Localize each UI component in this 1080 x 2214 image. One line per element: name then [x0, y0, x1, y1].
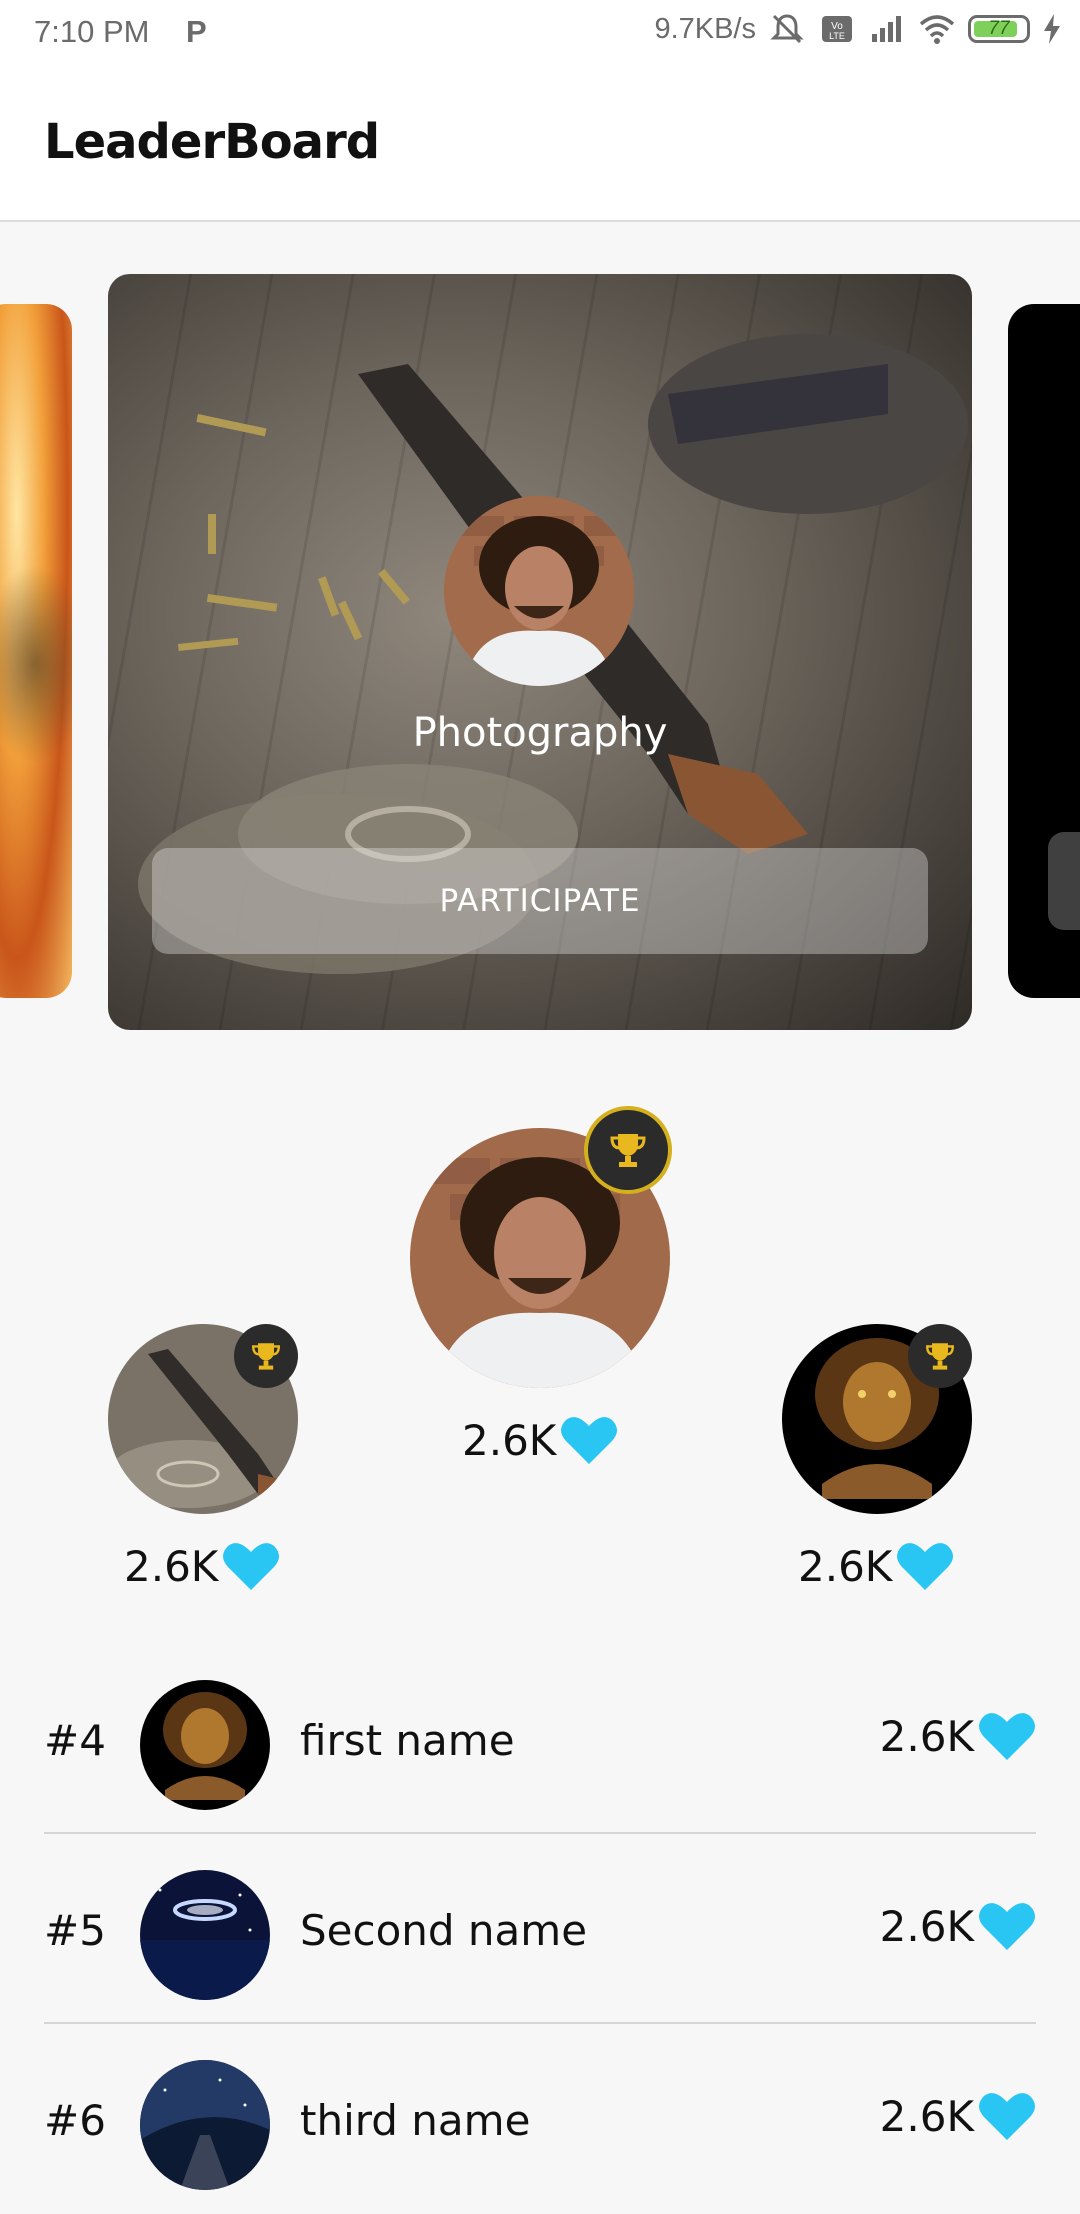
score: 2.6K [880, 1710, 1036, 1762]
heart-icon[interactable] [978, 1900, 1036, 1952]
podium-first-score: 2.6K [462, 1414, 618, 1466]
user-name: first name [300, 1716, 515, 1765]
score: 2.6K [880, 1900, 1036, 1952]
avatar [140, 2060, 270, 2190]
podium-first-score-value: 2.6K [462, 1415, 557, 1465]
score-value: 2.6K [879, 1901, 974, 1951]
status-bar: 7:10 PM P 9.7KB/s Vo LTE 77 [0, 0, 1080, 66]
podium-third-score: 2.6K [798, 1540, 954, 1592]
battery-level: 77 [988, 18, 1010, 39]
heart-icon[interactable] [896, 1540, 954, 1592]
mute-icon [770, 14, 804, 44]
heart-icon[interactable] [222, 1540, 280, 1592]
rank-label: #5 [44, 1906, 106, 1955]
avatar [140, 1680, 270, 1810]
heart-icon[interactable] [978, 2090, 1036, 2142]
heart-icon[interactable] [978, 1710, 1036, 1762]
score: 2.6K [880, 2090, 1036, 2142]
user-name: third name [300, 2096, 531, 2145]
list-item[interactable]: #6 third name 2.6K [44, 2024, 1036, 2214]
battery-icon: 77 [968, 15, 1030, 43]
signal-icon [872, 16, 901, 42]
score-value: 2.6K [879, 1711, 974, 1761]
p-icon: P [186, 14, 207, 49]
score-value: 2.6K [879, 2091, 974, 2141]
carousel-card-previous[interactable] [0, 304, 72, 998]
card-avatar [444, 496, 634, 686]
list-item[interactable]: #4 first name 2.6K [44, 1644, 1036, 1834]
net-speed: 9.7KB/s [654, 12, 756, 45]
rank-label: #6 [44, 2096, 106, 2145]
wifi-icon [919, 15, 955, 44]
podium-third-score-value: 2.6K [798, 1541, 893, 1591]
list-item[interactable]: #5 Second name 2.6K [44, 1834, 1036, 2024]
volte-icon: Vo LTE [822, 16, 852, 42]
status-icons: 9.7KB/s Vo LTE 77 [654, 12, 1062, 46]
carousel-card-active[interactable]: Photography PARTICIPATE [108, 274, 972, 1030]
svg-text:LTE: LTE [829, 31, 845, 41]
user-name: Second name [300, 1906, 588, 1955]
card-title: Photography [412, 710, 668, 756]
trophy-icon [234, 1324, 298, 1388]
rank-label: #4 [44, 1716, 106, 1765]
heart-icon[interactable] [560, 1414, 618, 1466]
trophy-icon [908, 1324, 972, 1388]
podium-second-score-value: 2.6K [124, 1541, 219, 1591]
trophy-icon [584, 1106, 672, 1194]
podium-second-score: 2.6K [124, 1540, 280, 1592]
status-time: 7:10 PM [34, 14, 150, 49]
charging-icon [1044, 14, 1060, 44]
page-title: LeaderBoard [44, 114, 380, 170]
app-bar: LeaderBoard [0, 66, 1080, 222]
participate-button[interactable]: PARTICIPATE [152, 848, 928, 954]
avatar [140, 1870, 270, 2000]
carousel-card-next[interactable] [1008, 304, 1080, 998]
